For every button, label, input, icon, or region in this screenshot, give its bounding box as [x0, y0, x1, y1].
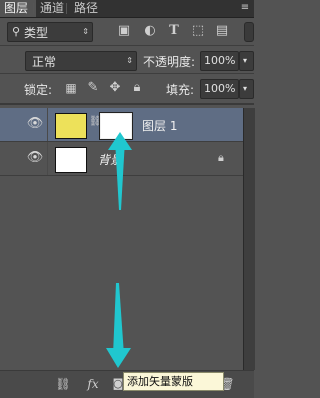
- annotation-arrowhead-down: [106, 348, 131, 368]
- fx-icon[interactable]: fx: [84, 375, 102, 393]
- annotation-arrow-down: [113, 283, 124, 355]
- annotation-arrow-up: [115, 140, 125, 210]
- link-layers-icon[interactable]: ⛓︎: [54, 375, 72, 393]
- annotation-arrowhead-up: [108, 132, 132, 150]
- tooltip: 添加矢量蒙版: [123, 372, 224, 391]
- annotation-overlay: [106, 132, 132, 368]
